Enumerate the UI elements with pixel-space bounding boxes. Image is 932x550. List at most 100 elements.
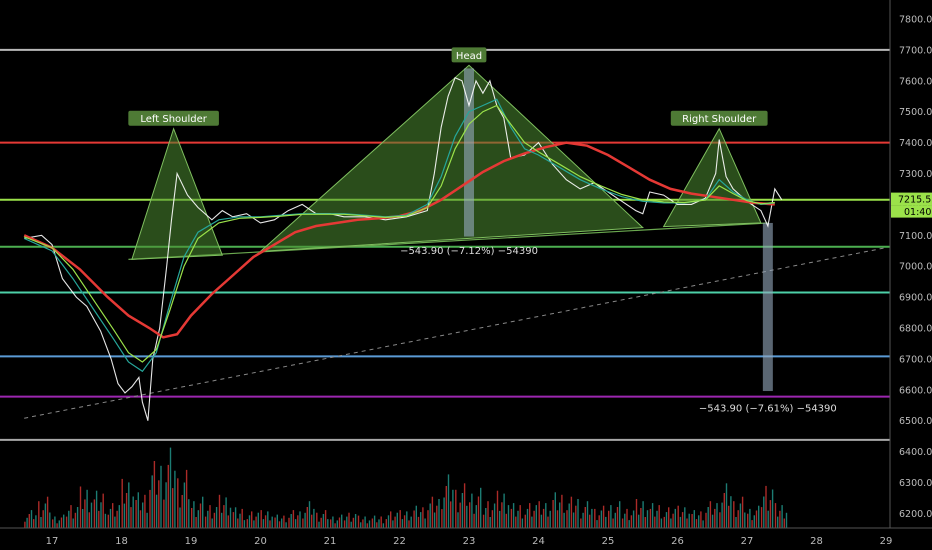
volume-bar <box>74 512 77 528</box>
volume-bar <box>334 523 336 528</box>
pattern-label: Right Shoulder <box>682 114 757 125</box>
volume-bar <box>390 511 392 528</box>
volume-bar <box>577 499 579 528</box>
y-tick-label: 6900.00 <box>899 293 932 304</box>
volume-bar <box>668 507 670 528</box>
volume-bar <box>318 521 320 528</box>
volume-bar <box>705 512 707 528</box>
last-price-label: 7215.53 <box>898 195 932 206</box>
volume-bar <box>709 501 712 528</box>
x-tick-label: 17 <box>46 536 59 547</box>
volume-bar <box>489 517 491 528</box>
volume-bar <box>545 503 547 528</box>
volume-bar <box>783 518 785 528</box>
volume-bar <box>450 501 452 528</box>
volume-bar <box>594 508 596 528</box>
volume-bar <box>469 502 471 528</box>
price-chart[interactable]: Left Shoulder Head Right Shoulder −543.90 (… <box>0 0 932 550</box>
volume-bar <box>158 480 160 528</box>
x-tick-label: 26 <box>671 536 684 547</box>
volume-bar <box>531 516 533 528</box>
volume-bar <box>691 514 693 528</box>
volume-bar <box>646 510 649 528</box>
volume-bar <box>26 517 28 528</box>
volume-bar <box>352 517 355 528</box>
volume-bar <box>459 502 461 528</box>
volume-bar <box>719 512 721 528</box>
volume-bar <box>524 514 526 528</box>
volume-bar <box>649 508 652 528</box>
volume-bar <box>104 513 107 528</box>
volume-bar <box>114 516 116 528</box>
volume-bar <box>251 511 253 528</box>
volume-bar <box>112 503 114 528</box>
volume-bar <box>343 520 346 528</box>
volume-bar <box>735 517 737 528</box>
volume-bar <box>765 485 767 528</box>
volume-bar <box>63 514 65 528</box>
volume-bar <box>130 507 132 528</box>
y-tick-label: 6500.00 <box>899 416 932 427</box>
volume-bar <box>336 520 338 528</box>
volume-bar <box>635 499 638 528</box>
volume-bar <box>473 513 475 528</box>
volume-bar <box>142 502 144 528</box>
volume-bar <box>332 516 334 528</box>
volume-bar <box>38 501 40 528</box>
volume-bar <box>566 510 568 528</box>
volume-bar <box>443 497 445 528</box>
volume-bar <box>785 512 788 528</box>
x-tick-label: 29 <box>880 536 893 547</box>
volume-bar <box>197 510 199 528</box>
volume-bar <box>146 512 148 528</box>
volume-bar <box>547 516 549 528</box>
volume-bar <box>436 505 438 528</box>
volume-bar <box>107 514 109 528</box>
volume-bar <box>535 505 537 528</box>
volume-bar <box>387 515 390 528</box>
volume-bar <box>741 496 744 528</box>
volume-bar <box>177 478 179 528</box>
volume-bar <box>132 496 134 528</box>
volume-bar <box>422 507 424 528</box>
volume-bar <box>316 512 318 528</box>
volume-bar <box>563 512 565 528</box>
volume-bar <box>596 520 598 528</box>
volume-bar <box>33 519 35 528</box>
volume-bar <box>360 522 362 528</box>
volume-bar <box>496 490 499 528</box>
volume-bar <box>679 516 682 528</box>
volume-bar <box>424 518 426 528</box>
volume-bar <box>102 493 104 528</box>
volume-bar <box>580 518 582 528</box>
volume-bar <box>441 509 443 528</box>
volume-bar <box>116 510 118 528</box>
volume-bar <box>640 508 642 528</box>
volume-bar <box>60 517 63 528</box>
volume-bar <box>747 513 749 528</box>
volume-bar <box>749 508 751 528</box>
volume-bar <box>285 522 287 528</box>
volume-bar <box>767 510 769 528</box>
volume-bar <box>195 517 197 528</box>
volume-bar <box>626 508 628 528</box>
volume-bar <box>234 507 237 528</box>
volume-bar <box>151 475 153 528</box>
volume-bar <box>257 512 259 528</box>
volume-bar <box>758 505 760 528</box>
volume-bar <box>225 497 227 528</box>
volume-bar <box>482 514 485 528</box>
y-tick-label: 7300.00 <box>899 169 932 180</box>
volume-bar <box>221 512 223 528</box>
volume-bar <box>179 507 181 528</box>
volume-bar <box>160 465 162 528</box>
volume-bar <box>348 512 350 528</box>
volume-bar <box>457 512 459 528</box>
volume-bar <box>681 512 684 528</box>
volume-bar <box>549 510 551 528</box>
volume-bar <box>700 511 702 528</box>
volume-bar <box>308 501 311 528</box>
volume-bar <box>630 515 633 528</box>
volume-bar <box>394 516 396 528</box>
x-tick-label: 27 <box>741 536 754 547</box>
